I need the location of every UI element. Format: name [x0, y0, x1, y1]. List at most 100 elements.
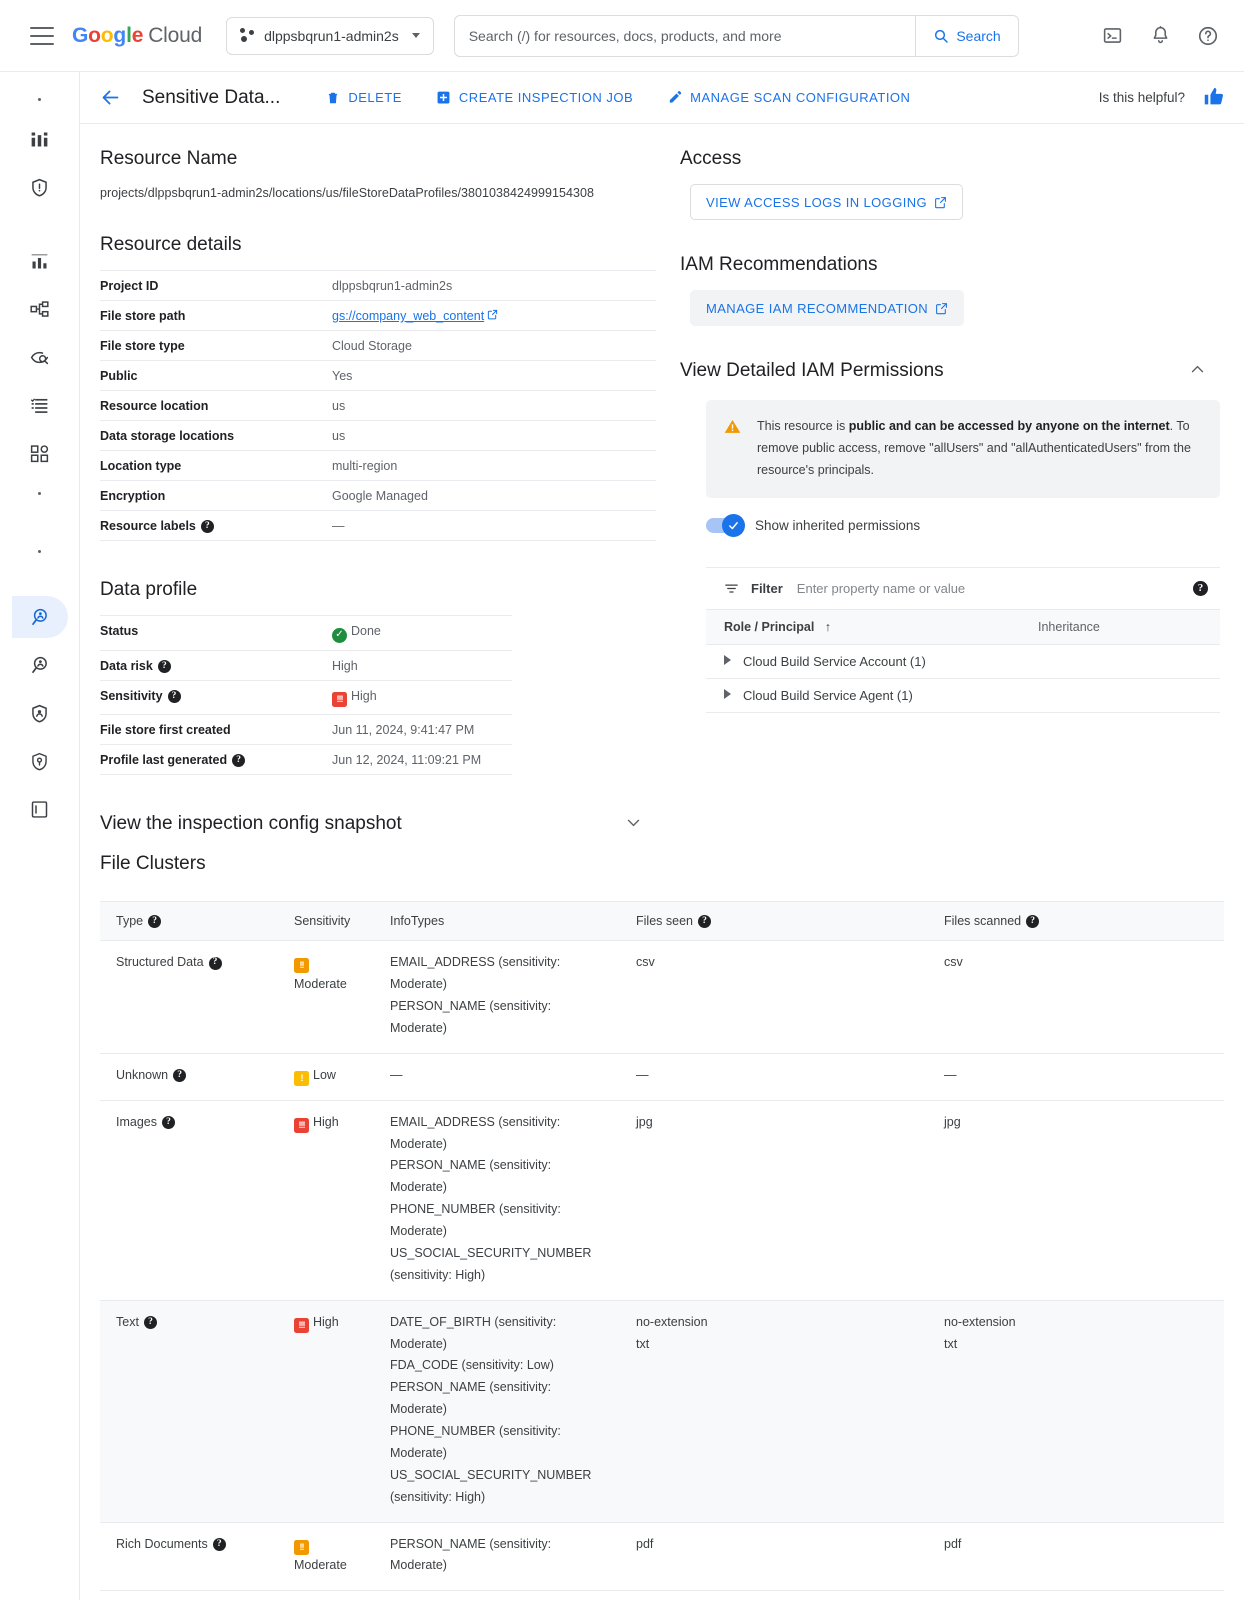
cluster-files-seen-cell: pdf — [620, 1522, 928, 1592]
file-clusters-header-row: Type? Sensitivity InfoTypes Files seen? File… — [100, 901, 1224, 942]
project-selector[interactable]: dlppsbqrun1-admin2s — [226, 16, 434, 55]
create-inspection-job-label: CREATE INSPECTION JOB — [458, 90, 634, 105]
help-icon[interactable] — [1188, 16, 1228, 56]
data-profile-value: High — [332, 650, 512, 681]
file-clusters-column-2[interactable]: InfoTypes — [374, 901, 620, 942]
resource-detail-value: Google Managed — [332, 480, 656, 511]
help-icon[interactable]: ? — [1193, 580, 1208, 596]
table-row[interactable]: Text?!!! High DATE_OF_BIRTH (sensitivity: … — [100, 1300, 1224, 1523]
rail-item-dashboard[interactable] — [12, 118, 68, 160]
permissions-table-row[interactable]: Cloud Build Service Agent (1) — [706, 678, 1220, 713]
column-role-principal[interactable]: Role / Principal ↑ — [706, 608, 1020, 645]
table-row[interactable]: Structured Data?!! Moderate EMAIL_ADDRESS … — [100, 940, 1224, 1054]
help-icon[interactable]: ? — [148, 915, 162, 929]
data-profile-key: Status — [100, 615, 332, 651]
data-profile-table-wrap: Status ✓ Done Data risk? High Sensitivity?!!!… — [100, 615, 512, 776]
search-bar[interactable]: Search — [453, 14, 1019, 57]
rail-item-discovery[interactable] — [12, 336, 68, 378]
cluster-sensitivity-cell: !Low — [278, 1590, 374, 1600]
permissions-inheritance-cell — [1020, 644, 1220, 679]
rail-item-analytics[interactable] — [12, 240, 68, 282]
thumbs-up-icon[interactable] — [1203, 86, 1224, 110]
help-icon[interactable]: ? — [143, 1315, 157, 1329]
resource-name-heading: Resource Name — [100, 148, 238, 169]
back-button[interactable] — [100, 87, 128, 108]
resource-detail-value: — — [332, 510, 656, 542]
rail-item-sensitive-data-protection[interactable] — [11, 596, 68, 638]
column-inheritance[interactable]: Inheritance — [1020, 608, 1220, 645]
file-clusters-column-4[interactable]: Files scanned? — [928, 901, 1224, 942]
cell-list: no-extension txt — [636, 1312, 918, 1356]
cell-list-item: no-extension — [944, 1314, 1016, 1329]
filter-input[interactable] — [794, 579, 1176, 597]
resource-details-heading: Resource details — [100, 234, 242, 255]
access-button-row: VIEW ACCESS LOGS IN LOGGING — [690, 184, 1220, 220]
help-icon[interactable]: ? — [212, 1537, 226, 1551]
logo-letter: g — [113, 23, 127, 47]
view-access-logs-button[interactable]: VIEW ACCESS LOGS IN LOGGING — [690, 184, 964, 220]
cloud-shell-icon[interactable] — [1092, 16, 1132, 56]
trash-icon — [329, 92, 338, 103]
help-icon[interactable]: ? — [157, 659, 171, 673]
rail-item-apps[interactable] — [12, 432, 68, 474]
resource-detail-row: Location type multi-region — [100, 450, 656, 481]
rail-item-list[interactable] — [12, 384, 68, 426]
permissions-table-row[interactable]: Cloud Build Service Account (1) — [706, 644, 1220, 679]
notifications-icon[interactable] — [1140, 16, 1180, 56]
resource-detail-row: Resource labels? — — [100, 510, 656, 542]
search-input[interactable] — [454, 15, 916, 56]
pencil-icon — [669, 91, 682, 103]
file-clusters-column-0[interactable]: Type? — [100, 901, 278, 942]
rail-item-placeholder-2[interactable] — [12, 480, 68, 506]
table-row[interactable]: Executable?!Low——— — [100, 1590, 1224, 1600]
manage-iam-recommendation-button[interactable]: MANAGE IAM RECOMMENDATION — [690, 290, 965, 326]
rail-item-inspection[interactable] — [12, 644, 68, 686]
help-icon[interactable]: ? — [200, 520, 214, 534]
sensitivity-badge: !! — [294, 1539, 309, 1555]
show-inherited-permissions-toggle[interactable] — [706, 513, 745, 537]
table-row[interactable]: Rich Documents?!! Moderate PERSON_NAME (se… — [100, 1522, 1224, 1592]
google-cloud-logo[interactable]: Google Cloud — [72, 24, 202, 48]
help-icon[interactable]: ? — [697, 915, 711, 929]
table-row[interactable]: Unknown?! Low — — — — [100, 1053, 1224, 1101]
file-clusters-column-1[interactable]: Sensitivity — [278, 901, 374, 942]
resource-detail-value: gs://company_web_content — [332, 300, 656, 331]
inspection-config-snapshot-toggle[interactable]: View the inspection config snapshot — [100, 813, 656, 835]
cell-list-item: PERSON_NAME (sensitivity: Moderate) — [390, 999, 552, 1035]
permissions-filter-bar[interactable]: Filter ? — [706, 566, 1220, 609]
rail-item-security-alerts[interactable] — [12, 166, 68, 208]
rail-item-reports[interactable] — [12, 788, 68, 830]
rail-item-placeholder-1[interactable] — [12, 86, 68, 112]
iam-permissions-heading: View Detailed IAM Permissions — [680, 360, 944, 381]
rail-item-shield-key[interactable] — [12, 740, 68, 782]
manage-scan-configuration-button[interactable]: MANAGE SCAN CONFIGURATION — [667, 90, 910, 105]
help-icon[interactable]: ? — [232, 754, 246, 768]
show-inherited-permissions-row: Show inherited permissions — [706, 513, 1220, 537]
help-icon[interactable]: ? — [162, 1115, 175, 1129]
delete-button[interactable]: DELETE — [326, 90, 402, 106]
expand-triangle-icon[interactable] — [724, 654, 731, 665]
table-row[interactable]: Images?!!! High EMAIL_ADDRESS (sensitivity… — [100, 1100, 1224, 1301]
file-store-path-link[interactable]: gs://company_web_content — [332, 309, 484, 323]
rail-item-data-lineage[interactable] — [12, 288, 68, 330]
cell-list: jpg — [944, 1112, 1214, 1134]
iam-permissions-toggle[interactable]: View Detailed IAM Permissions — [680, 360, 1220, 382]
menu-icon[interactable] — [30, 26, 54, 45]
search-button[interactable]: Search — [915, 15, 1017, 56]
help-icon[interactable]: ? — [1026, 915, 1040, 929]
cell-list-item: csv — [636, 955, 655, 970]
help-icon[interactable]: ? — [167, 690, 181, 704]
plus-square-icon — [437, 91, 450, 104]
help-icon[interactable]: ? — [173, 1069, 187, 1083]
sensitivity-label: Moderate — [294, 1558, 347, 1573]
rail-item-identity-shield[interactable] — [12, 692, 68, 734]
file-clusters-table: Type? Sensitivity InfoTypes Files seen? File… — [100, 901, 1224, 1600]
rail-item-placeholder-3[interactable] — [12, 538, 68, 564]
resource-details-table-wrap: Project ID dlppsbqrun1-admin2s File store … — [100, 270, 656, 542]
create-inspection-job-button[interactable]: CREATE INSPECTION JOB — [436, 90, 633, 105]
inspection-config-snapshot-label: View the inspection config snapshot — [100, 813, 402, 835]
file-clusters-column-3[interactable]: Files seen? — [620, 901, 928, 942]
cluster-sensitivity-cell: !!! High — [278, 1100, 374, 1301]
expand-triangle-icon[interactable] — [724, 688, 731, 699]
help-icon[interactable]: ? — [208, 956, 222, 970]
